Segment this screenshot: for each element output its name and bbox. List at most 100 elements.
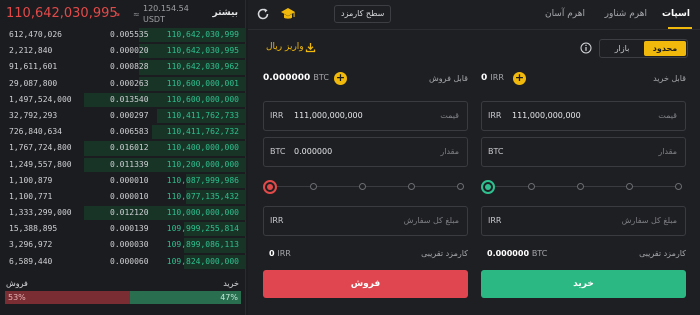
orderbook-row[interactable]: 612,470,026 0.005535 110,642,030,999	[0, 27, 246, 43]
buy-add-funds-plus-icon[interactable]: +	[513, 72, 526, 85]
refresh-icon[interactable]	[256, 7, 270, 23]
sell-button[interactable]: فروش	[263, 270, 468, 298]
buy-percent-slider[interactable]	[481, 180, 686, 194]
orderbook-price: 110,400,000,000	[166, 143, 239, 153]
sell-amount-value: 0.000000	[294, 147, 333, 156]
sell-slider-step-100[interactable]	[457, 183, 464, 190]
orderbook-total: 6,589,440	[9, 256, 53, 266]
orderbook-total: 1,333,299,000	[9, 208, 72, 218]
buy-total-field[interactable]: IRR مبلغ کل سفارش	[481, 206, 686, 236]
orderbook-row[interactable]: 1,333,299,000 0.012120 110,000,000,000	[0, 205, 246, 221]
orderbook-total: 2,212,840	[9, 46, 53, 56]
deposit-rial-link[interactable]: واریز ریال	[266, 42, 304, 52]
orderbook-row[interactable]: 3,296,972 0.000030 109,899,086,113	[0, 237, 246, 253]
orderbook-amount: 0.016012	[110, 143, 149, 153]
orderbook-price: 110,600,000,001	[166, 78, 239, 88]
orderbook-row[interactable]: 29,087,800 0.000263 110,600,000,001	[0, 76, 246, 92]
buy-slider-step-75[interactable]	[626, 183, 633, 190]
orderbook-row[interactable]: 1,767,724,800 0.016012 110,400,000,000	[0, 140, 246, 156]
buy-sell-ratio: فروش خرید 53% 47%	[0, 276, 246, 315]
more-link[interactable]: بیشتر	[213, 8, 238, 18]
orderbook-price: 110,200,000,000	[166, 159, 239, 169]
sell-price-value: 111,000,000,000	[294, 111, 363, 120]
price-trend-icon: ↘	[113, 9, 121, 19]
orderbook-amount: 0.000010	[110, 191, 149, 201]
orderbook-row[interactable]: 91,611,601 0.000828 110,642,030,962	[0, 59, 246, 75]
graduation-cap-icon[interactable]	[280, 7, 296, 23]
sell-ratio-label: فروش	[6, 279, 28, 288]
orderbook-price: 110,600,000,000	[166, 94, 239, 104]
sell-available: قابل فروش 0.000000 BTC +	[263, 72, 468, 86]
buy-amount-field[interactable]: BTC مقدار	[481, 137, 686, 167]
buy-fee-label: کارمزد تقریبی	[639, 249, 686, 258]
usdt-equivalent: 120.154.54 USDT	[143, 3, 189, 25]
buy-slider-step-25[interactable]	[528, 183, 535, 190]
orderbook-total: 1,100,771	[9, 191, 53, 201]
orderbook-row[interactable]: 6,589,440 0.000060 109,824,000,000	[0, 254, 246, 270]
sell-percent-slider[interactable]	[263, 180, 468, 194]
order-type-limit[interactable]: محدود	[644, 41, 686, 56]
buy-slider-step-100[interactable]	[675, 183, 682, 190]
orderbook-amount: 0.000010	[110, 175, 149, 185]
sell-price-field[interactable]: IRR 111,000,000,000 قیمت	[263, 101, 468, 131]
orderbook-price: 109,824,000,000	[166, 256, 239, 266]
buy-slider-step-50[interactable]	[577, 183, 584, 190]
usdt-value: 120.154.54	[143, 4, 189, 13]
buy-amount-placeholder: مقدار	[658, 147, 677, 156]
buy-form: قابل خرید 0 IRR + IRR 111,000,000,000 قی…	[481, 64, 686, 304]
sell-add-funds-plus-icon[interactable]: +	[334, 72, 347, 85]
orderbook-row[interactable]: 1,249,557,800 0.011339 110,200,000,000	[0, 157, 246, 173]
orderbook-row[interactable]: 726,840,634 0.006583 110,411,762,732	[0, 124, 246, 140]
orderbook-amount: 0.006583	[110, 127, 149, 137]
buy-button[interactable]: خرید	[481, 270, 686, 298]
orderbook-total: 726,840,634	[9, 127, 62, 137]
buy-price-field[interactable]: IRR 111,000,000,000 قیمت	[481, 101, 686, 131]
sell-form: قابل فروش 0.000000 BTC + IRR 111,000,000…	[263, 64, 468, 304]
deposit-icon[interactable]	[305, 42, 316, 55]
sell-ratio-percent: 53%	[8, 293, 26, 302]
tab-floating-leverage[interactable]: اهرم شناور	[605, 9, 647, 19]
tab-easy-leverage[interactable]: اهرم آسان	[545, 9, 585, 19]
order-type-market[interactable]: بازار	[601, 41, 643, 56]
buy-price-placeholder: قیمت	[658, 111, 677, 120]
orderbook-total: 612,470,026	[9, 30, 62, 39]
orderbook-price: 110,000,000,000	[166, 208, 239, 218]
orderbook-total: 1,100,879	[9, 175, 53, 185]
orderbook-row[interactable]: 1,497,524,000 0.013540 110,600,000,000	[0, 92, 246, 108]
orderbook-price: 110,411,762,732	[166, 127, 239, 137]
orderbook-row[interactable]: 2,212,840 0.000020 110,642,030,995	[0, 43, 246, 59]
buy-fee-value: 0.000000 BTC	[487, 249, 547, 258]
buy-fee-unit: BTC	[531, 249, 548, 258]
orderbook-amount: 0.000020	[110, 46, 149, 56]
orderbook-rows: 612,470,026 0.005535 110,642,030,999 2,212,…	[0, 27, 246, 270]
info-icon[interactable]	[580, 42, 592, 56]
fee-level-button[interactable]: سطح کارمزد	[334, 5, 392, 23]
sell-available-label: قابل فروش	[429, 74, 468, 83]
approx-sign: ≈	[133, 10, 140, 19]
sell-total-field[interactable]: IRR مبلغ کل سفارش	[263, 206, 468, 236]
sell-amount-field[interactable]: BTC 0.000000 مقدار	[263, 137, 468, 167]
order-type-toggle: محدود بازار	[599, 39, 688, 58]
sell-slider-knob[interactable]	[263, 180, 277, 194]
orderbook-total: 15,388,895	[9, 224, 58, 234]
buy-slider-knob[interactable]	[481, 180, 495, 194]
orderbook: 110,642,030,995 ↘ ≈ 120.154.54 USDT بیشت…	[0, 0, 246, 315]
active-tab-indicator	[668, 27, 692, 29]
sell-slider-step-25[interactable]	[310, 183, 317, 190]
buy-ratio-percent: 47%	[220, 293, 238, 302]
orderbook-row[interactable]: 15,388,895 0.000139 109,999,255,814	[0, 221, 246, 237]
orderbook-row[interactable]: 1,100,771 0.000010 110,077,135,432	[0, 189, 246, 205]
orderbook-amount: 0.000139	[110, 224, 149, 234]
orderbook-total: 3,296,972	[9, 240, 53, 250]
orderbook-amount: 0.013540	[110, 94, 149, 104]
buy-price-value: 111,000,000,000	[512, 111, 581, 120]
buy-total-unit: IRR	[488, 216, 502, 225]
last-price: 110,642,030,995	[6, 6, 118, 21]
orderbook-price: 110,411,762,733	[166, 110, 239, 120]
orderbook-row[interactable]: 32,792,293 0.000297 110,411,762,733	[0, 108, 246, 124]
sell-slider-step-50[interactable]	[359, 183, 366, 190]
orderbook-row[interactable]: 1,100,879 0.000010 110,087,999,986	[0, 173, 246, 189]
sell-slider-step-75[interactable]	[408, 183, 415, 190]
sell-slider-track	[270, 186, 464, 187]
tab-spot[interactable]: اسپات	[662, 9, 690, 19]
